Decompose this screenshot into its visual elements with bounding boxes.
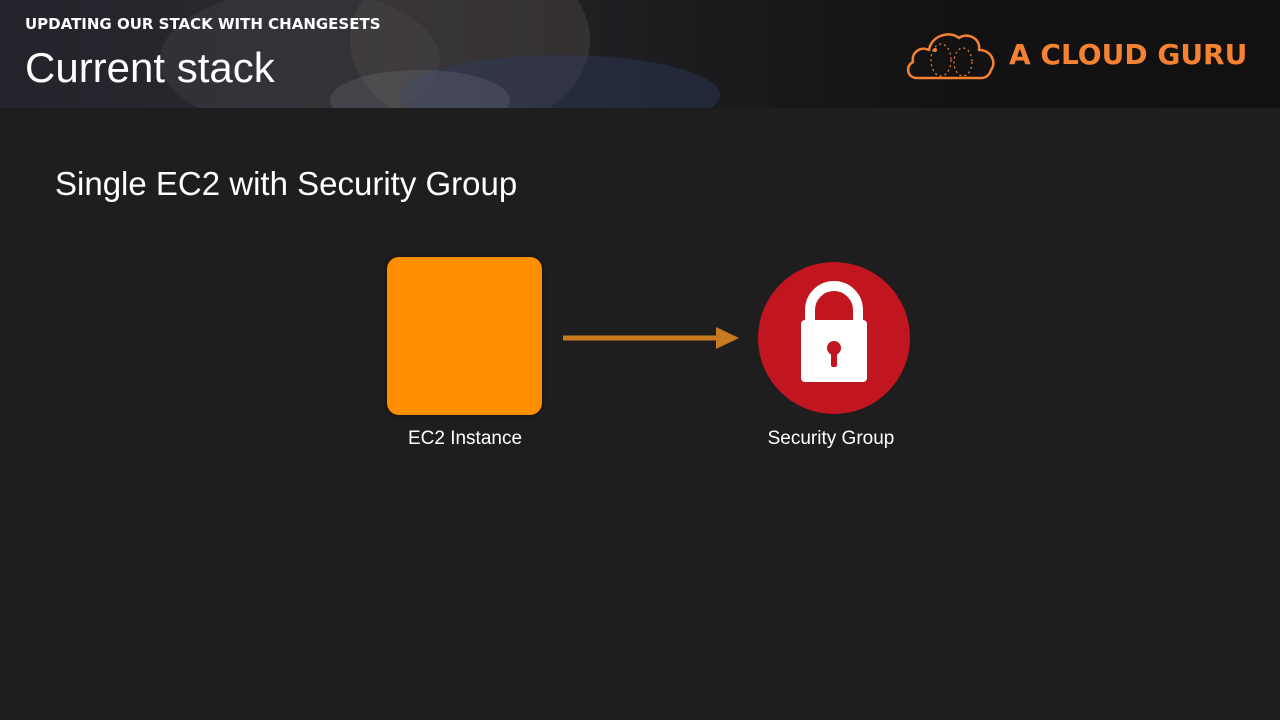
security-group-node — [758, 262, 910, 414]
section-label: UPDATING OUR STACK WITH CHANGESETS — [25, 15, 381, 33]
ec2-instance-node — [387, 257, 542, 415]
ec2-instance-label: EC2 Instance — [407, 428, 523, 449]
security-group-label: Security Group — [767, 428, 895, 449]
brand: A CLOUD GURU — [905, 28, 1248, 82]
slide-subtitle: Single EC2 with Security Group — [55, 165, 518, 202]
padlock-icon — [801, 281, 867, 382]
connection-arrow — [563, 327, 739, 349]
brand-name: A CLOUD GURU — [1009, 38, 1248, 71]
slide-header: UPDATING OUR STACK WITH CHANGESETS Curre… — [0, 0, 1280, 108]
page-title: Current stack — [25, 44, 275, 91]
cloud-logo-icon — [906, 33, 995, 80]
